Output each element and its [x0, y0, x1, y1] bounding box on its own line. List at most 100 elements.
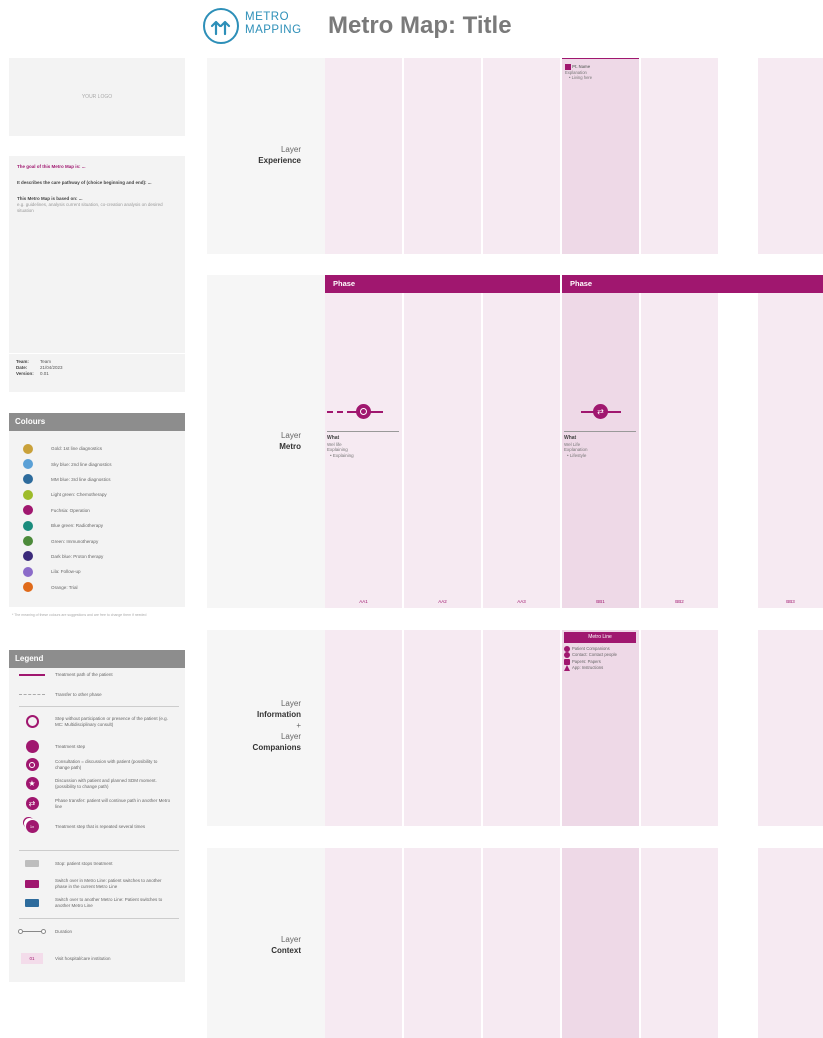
col-aa1[interactable]	[325, 848, 402, 1038]
legend-label: Discussion with patient and planned SDM …	[55, 778, 157, 789]
col-code: AA3	[517, 599, 526, 604]
phase-bar-a[interactable]: Phase	[325, 275, 560, 293]
experience-layer: Layer Experience Pt. Name Explanation • …	[207, 58, 823, 254]
brand-line2: MAPPING	[245, 24, 302, 36]
col-bb2[interactable]	[641, 275, 718, 608]
legend-item-treatment-path: Treatment path of the patient	[9, 672, 185, 678]
colour-label: Blue green: Radiotherapy	[51, 523, 104, 529]
legend-label: Treatment step	[55, 743, 86, 749]
legend-item-switch-phase: Switch over in Metro Line: patient switc…	[9, 878, 185, 889]
col-code: BB1	[596, 599, 605, 604]
col-aa3[interactable]	[483, 275, 560, 608]
stop-label-divider	[564, 431, 636, 432]
papers-icon	[564, 658, 570, 665]
experience-card-title: Pt. Name	[572, 64, 591, 70]
col-bb3[interactable]	[758, 848, 823, 1038]
col-bb2[interactable]	[641, 630, 718, 826]
layer-word: Layer	[280, 431, 301, 440]
item-label: App: Instructions	[572, 665, 604, 670]
colour-label: Fuchsia: Operation	[51, 507, 90, 513]
stop-label[interactable]: What Wel Life Explanation • Lifestyle	[564, 435, 588, 458]
col-bb3[interactable]	[758, 58, 823, 254]
experience-card-line: • Living here	[569, 75, 593, 81]
stop-sub: • Lifestyle	[567, 452, 587, 458]
phase-bar-b[interactable]: Phase	[562, 275, 823, 293]
consultation-icon	[25, 758, 39, 771]
metro-layer: Phase Phase Layer Metro What Wel life Ex…	[207, 275, 823, 608]
brand-text: METRO MAPPING	[245, 11, 302, 37]
star-circle-icon: ★	[25, 777, 39, 790]
col-code: BB3	[786, 599, 795, 604]
col-aa1[interactable]	[325, 58, 402, 254]
app-warning-icon	[564, 665, 570, 672]
col-bb2[interactable]	[641, 58, 718, 254]
metro-line-card-item: App: Instructions	[564, 665, 636, 672]
transfer-dashed-line	[327, 411, 353, 413]
col-aa2[interactable]	[404, 630, 481, 826]
filled-circle-icon	[25, 740, 39, 753]
col-bb1[interactable]	[562, 58, 639, 254]
layer-name: Context	[271, 946, 301, 955]
colour-dot-icon	[23, 489, 33, 500]
layer-name: Companions	[252, 743, 301, 752]
experience-layer-label: Layer Experience	[207, 144, 305, 166]
legend-label: Duration	[55, 929, 73, 934]
metro-line-card[interactable]: Metro Line Patient Companions Contact: C…	[564, 632, 636, 672]
page-title: Metro Map: Title	[328, 12, 512, 39]
layer-word: Layer	[280, 935, 301, 944]
stop-label-divider	[327, 431, 399, 432]
experience-card[interactable]: Pt. Name Explanation • Living here	[565, 64, 592, 80]
colour-label: Gold: 1st line diagnostics	[51, 446, 103, 452]
header: METRO MAPPING Metro Map: Title	[203, 8, 603, 48]
stop-sub: • Explaining	[330, 452, 354, 458]
legend-label: Visit hospital/care institution	[55, 955, 111, 961]
information-layer-label: Layer Information + Layer Companions	[207, 698, 305, 753]
colours-panel: Gold: 1st line diagnostics Sky blue: 2nd …	[9, 431, 185, 607]
col-aa3[interactable]	[483, 848, 560, 1038]
col-bb2[interactable]	[641, 848, 718, 1038]
layer-word: Layer	[280, 699, 301, 708]
meta-block: Team: Team Date: 21/04/2023 Version: 0.01	[9, 353, 185, 382]
describes-text[interactable]: It describes the care pathway of (choice…	[17, 180, 177, 186]
legend-item-repeated-step: 1x Treatment step that is repeated sever…	[9, 820, 185, 833]
information-layer: Layer Information + Layer Companions Met…	[207, 630, 823, 826]
colour-dot-icon	[23, 443, 33, 454]
colours-note: * The meaning of these colours are sugge…	[12, 613, 147, 617]
layer-word: Layer	[280, 732, 301, 741]
logo-placeholder[interactable]: YOUR LOGO	[9, 58, 185, 136]
col-bb1[interactable]	[562, 848, 639, 1038]
version-value[interactable]: 0.01	[40, 371, 49, 377]
col-bb3[interactable]	[758, 630, 823, 826]
col-aa2[interactable]	[404, 58, 481, 254]
visit-box-icon: 01	[21, 953, 43, 964]
col-aa3[interactable]	[483, 630, 560, 826]
layer-plus: +	[296, 721, 301, 730]
transfer-dashed-line-icon	[19, 694, 45, 696]
consultation-stop-icon[interactable]	[356, 404, 371, 419]
phase-transfer-stop-icon[interactable]: ⇄	[593, 404, 608, 419]
stop-label[interactable]: What Wel life Explaining • Explaining	[327, 435, 354, 458]
companion-icon	[564, 645, 570, 652]
colour-row: MM blue: 3rd line diagnostics	[9, 472, 185, 487]
col-aa2[interactable]	[404, 848, 481, 1038]
switch-line-box-icon	[25, 898, 39, 907]
stop-sub: Explanation	[564, 447, 588, 452]
legend-item-sdm: ★ Discussion with patient and planned SD…	[9, 777, 185, 790]
col-code: AA1	[359, 599, 368, 604]
goal-text[interactable]: The goal of this Metro Map is: ...	[17, 164, 177, 170]
colour-row: Dark blue: Proton therapy	[9, 549, 185, 564]
col-bb3[interactable]	[758, 275, 823, 608]
legend-item-visit: 01 Visit hospital/care institution	[9, 953, 185, 964]
colour-row: Fuchsia: Operation	[9, 503, 185, 518]
legend-item-phase-transfer: ⇄ Phase transfer: patient will continue …	[9, 797, 185, 810]
legend-item-switch-line: Switch over to another Metro Line: Patie…	[9, 897, 185, 908]
legend-divider	[19, 706, 179, 707]
hollow-circle-icon	[25, 715, 39, 728]
phase-transfer-icon: ⇄	[25, 797, 39, 810]
col-aa3[interactable]	[483, 58, 560, 254]
col-aa2[interactable]	[404, 275, 481, 608]
col-aa1[interactable]	[325, 630, 402, 826]
colour-row: Sky blue: 2nd line diagnostics	[9, 456, 185, 471]
version-label: Version:	[16, 371, 34, 376]
repeat-circle-icon: 1x	[25, 820, 39, 833]
